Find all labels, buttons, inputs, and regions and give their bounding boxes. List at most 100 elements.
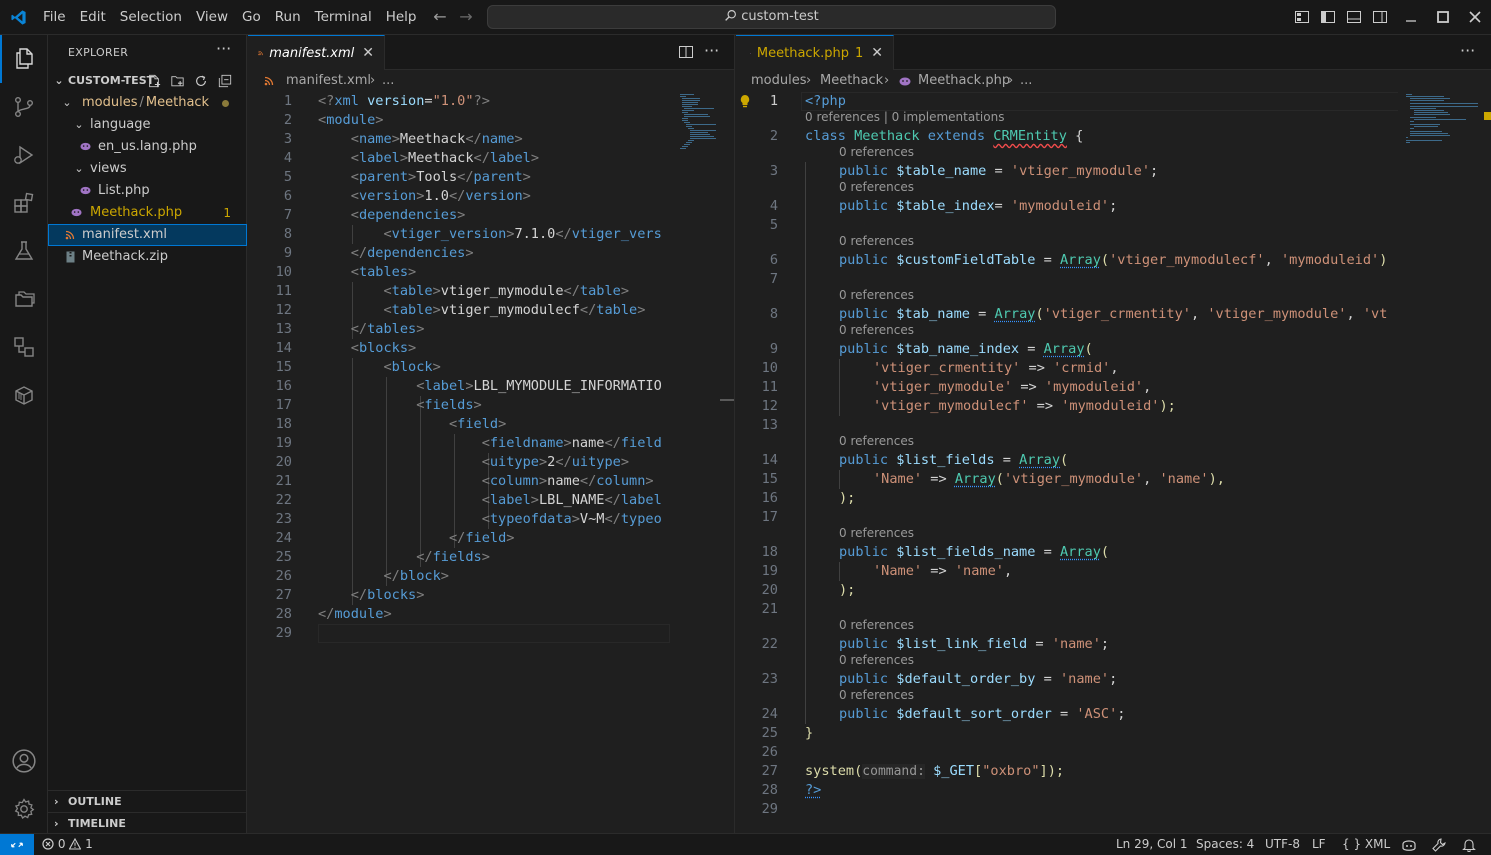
tools-icon[interactable] — [1432, 838, 1446, 852]
codelens-references[interactable]: 0 references — [839, 322, 914, 338]
toggle-primary-sidebar-icon[interactable] — [1320, 9, 1336, 25]
code-editor-left[interactable]: 1 <?xml version="1.0"?> 2 <module> 3 <name>M… — [248, 92, 670, 832]
outline-section[interactable]: › OUTLINE — [48, 790, 247, 812]
notifications-bell-icon[interactable] — [1462, 838, 1476, 852]
remote-explorer-activity[interactable] — [0, 275, 48, 323]
codelens-references[interactable]: 0 references | 0 implementations — [805, 109, 1004, 125]
testing-activity[interactable] — [0, 227, 48, 275]
more-actions-icon[interactable]: ··· — [1460, 43, 1475, 62]
line-number: 25 — [761, 725, 778, 741]
language-mode[interactable]: { } XML — [1342, 834, 1390, 855]
menu-help[interactable]: Help — [379, 0, 424, 35]
more-actions-icon[interactable]: ··· — [704, 43, 719, 62]
back-arrow-icon[interactable]: ← — [431, 8, 449, 26]
collapse-all-icon[interactable] — [218, 74, 232, 88]
refresh-icon[interactable] — [194, 74, 208, 88]
breadcrumb-item[interactable]: ... — [1020, 70, 1032, 92]
codelens-references[interactable]: 0 references — [839, 287, 914, 303]
close-tab-icon[interactable]: ✕ — [871, 45, 883, 61]
toggle-secondary-sidebar-icon[interactable] — [1372, 9, 1388, 25]
indent-guide — [839, 562, 840, 581]
accounts-activity[interactable] — [0, 737, 48, 785]
command-center-search[interactable]: custom-test — [487, 5, 1056, 29]
code-line: ?> — [805, 782, 822, 798]
line-number: 13 — [275, 321, 292, 337]
menu-selection[interactable]: Selection — [113, 0, 189, 35]
tree-file-manifest-xml[interactable]: manifest.xml — [48, 224, 247, 246]
close-tab-icon[interactable]: ✕ — [362, 45, 374, 61]
tree-file-meethack-zip[interactable]: Meethack.zip — [48, 246, 247, 268]
menu-file[interactable]: File — [36, 0, 73, 35]
minimap-right[interactable] — [1398, 92, 1480, 832]
minimize-icon[interactable] — [1402, 8, 1420, 26]
copilot-icon[interactable] — [1401, 838, 1417, 852]
codelens-references[interactable]: 0 references — [839, 233, 914, 249]
codelens-references[interactable]: 0 references — [839, 179, 914, 195]
tab-bar-left: manifest.xml ✕ ··· — [248, 35, 734, 70]
tab-meethack-php[interactable]: Meethack.php 1 ✕ — [736, 35, 894, 70]
status-bar: 0 1 Ln 29, Col 1 Spaces: 4 UTF-8 LF { } … — [0, 833, 1491, 855]
minimap-left[interactable] — [670, 92, 734, 832]
line-number: 9 — [283, 245, 292, 261]
manage-activity[interactable] — [0, 785, 48, 833]
line-number: 21 — [275, 473, 292, 489]
activity-bar — [0, 35, 48, 833]
tab-manifest-xml[interactable]: manifest.xml ✕ — [248, 35, 385, 70]
more-actions-icon[interactable]: ··· — [216, 39, 231, 58]
breadcrumb-item[interactable]: Meethack.php — [918, 70, 1010, 92]
code-line: ); — [839, 490, 856, 506]
line-number: 5 — [283, 169, 292, 185]
menu-run[interactable]: Run — [268, 0, 308, 35]
encoding[interactable]: UTF-8 — [1265, 834, 1300, 855]
line-number: 24 — [275, 530, 292, 546]
codelens-references[interactable]: 0 references — [839, 144, 914, 160]
menu-edit[interactable]: Edit — [73, 0, 113, 35]
codelens-references[interactable]: 0 references — [839, 433, 914, 449]
code-line: 'vtiger_crmentity' => 'crmid', — [873, 360, 1119, 376]
tree-file-meethack-php[interactable]: Meethack.php 1 — [48, 202, 247, 224]
customize-layout-icon[interactable] — [1294, 9, 1310, 25]
database-activity[interactable] — [0, 323, 48, 371]
codelens-references[interactable]: 0 references — [839, 525, 914, 541]
tree-file-en-us-lang[interactable]: en_us.lang.php — [48, 136, 247, 158]
chevron-down-icon: ⌄ — [74, 162, 84, 175]
tree-file-list-php[interactable]: List.php — [48, 180, 247, 202]
breadcrumb-item[interactable]: modules — [751, 70, 807, 92]
codelens-references[interactable]: 0 references — [839, 687, 914, 703]
codelens-references[interactable]: 0 references — [839, 617, 914, 633]
split-editor-icon[interactable] — [678, 44, 694, 60]
maximize-icon[interactable] — [1434, 8, 1452, 26]
menu-view[interactable]: View — [189, 0, 235, 35]
remote-indicator[interactable] — [0, 834, 34, 855]
new-file-icon[interactable] — [147, 74, 161, 88]
breadcrumb-item[interactable]: manifest.xml — [286, 70, 371, 92]
explorer-activity[interactable] — [0, 35, 48, 83]
breadcrumb-item[interactable]: Meethack — [820, 70, 883, 92]
tree-folder-views[interactable]: ⌄ views — [48, 158, 247, 180]
minimap-slider[interactable] — [720, 399, 734, 401]
line-number: 28 — [761, 782, 778, 798]
run-debug-activity[interactable] — [0, 131, 48, 179]
problems-indicator[interactable]: 0 1 — [42, 834, 93, 855]
breadcrumb-item[interactable]: ... — [382, 70, 394, 92]
timeline-section[interactable]: › TIMELINE — [48, 812, 247, 834]
toggle-panel-icon[interactable] — [1346, 9, 1362, 25]
source-control-activity[interactable] — [0, 83, 48, 131]
codelens-references[interactable]: 0 references — [839, 652, 914, 668]
close-window-icon[interactable] — [1466, 8, 1484, 26]
end-of-line[interactable]: LF — [1312, 834, 1326, 855]
forward-arrow-icon[interactable]: → — [457, 8, 475, 26]
code-editor-right[interactable]: 1 <?php 0 references | 0 implementations 2 c… — [736, 92, 1398, 832]
menu-go[interactable]: Go — [235, 0, 268, 35]
line-number: 28 — [275, 606, 292, 622]
extensions-activity[interactable] — [0, 179, 48, 227]
new-folder-icon[interactable] — [170, 74, 185, 88]
cursor-position[interactable]: Ln 29, Col 1 — [1116, 834, 1188, 855]
menu-terminal[interactable]: Terminal — [308, 0, 379, 35]
tree-folder-language[interactable]: ⌄ language — [48, 114, 247, 136]
breadcrumb-chevron-icon: › — [1008, 73, 1014, 88]
tree-folder-modules-meethack[interactable]: ⌄ modules / Meethack — [48, 92, 247, 114]
packages-activity[interactable] — [0, 371, 48, 419]
menu-bar: File Edit Selection View Go Run Terminal… — [36, 0, 423, 35]
indentation[interactable]: Spaces: 4 — [1196, 834, 1254, 855]
